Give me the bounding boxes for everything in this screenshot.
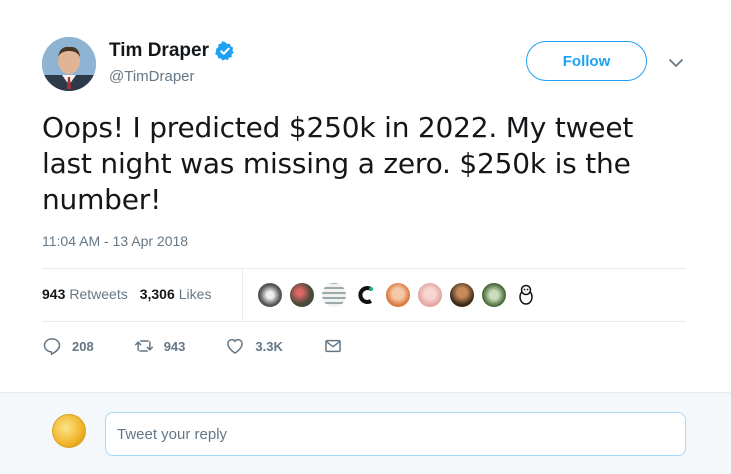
envelope-icon (325, 339, 341, 353)
tweet-card: Tim Draper @TimDraper Follow Oops! I pre… (0, 0, 731, 392)
divider (42, 321, 686, 322)
author-handle[interactable]: @TimDraper (109, 68, 195, 86)
verified-badge-icon (215, 41, 235, 61)
retweets-count: 943 (42, 286, 66, 302)
current-user-avatar[interactable] (52, 414, 86, 448)
chevron-down-icon[interactable] (666, 53, 686, 73)
tweet-actions: 208 943 3.3K (42, 336, 393, 356)
retweet-count: 943 (163, 338, 186, 354)
liker-avatar[interactable] (513, 282, 539, 308)
author-avatar[interactable] (42, 37, 96, 91)
retweet-action[interactable]: 943 (134, 336, 186, 356)
likers-avatars (257, 282, 539, 308)
retweets-label: Retweets (69, 286, 128, 302)
liker-avatar[interactable] (321, 282, 347, 308)
liker-avatar[interactable] (385, 282, 411, 308)
liker-avatar[interactable] (481, 282, 507, 308)
reply-action[interactable]: 208 (42, 336, 94, 356)
liker-avatar[interactable] (257, 282, 283, 308)
like-count: 3.3K (255, 338, 283, 354)
direct-message-action[interactable] (323, 336, 353, 356)
likes-count: 3,306 (139, 286, 175, 302)
liker-avatar[interactable] (449, 282, 475, 308)
liker-avatar[interactable] (417, 282, 443, 308)
retweets-stat[interactable]: 943 Retweets (42, 286, 128, 304)
follow-button[interactable]: Follow (526, 41, 647, 81)
retweet-icon (134, 340, 153, 352)
liker-avatar[interactable] (353, 282, 379, 308)
likes-label: Likes (178, 286, 212, 302)
tweet-timestamp[interactable]: 11:04 AM - 13 Apr 2018 (42, 233, 188, 249)
reply-count: 208 (72, 338, 94, 354)
author-name[interactable]: Tim Draper (109, 40, 235, 62)
heart-icon (227, 338, 244, 354)
reply-icon (43, 338, 61, 356)
like-action[interactable]: 3.3K (225, 336, 283, 356)
tweet-stats: 943 Retweets 3,306 Likes (42, 269, 686, 321)
author-name-text[interactable]: Tim Draper (109, 40, 209, 62)
reply-input[interactable] (105, 412, 686, 456)
likes-stat[interactable]: 3,306 Likes (140, 286, 212, 304)
reply-composer (0, 392, 731, 474)
stats-separator (242, 269, 243, 321)
tweet-text: Oops! I predicted $250k in 2022. My twee… (42, 111, 634, 216)
liker-avatar[interactable] (289, 282, 315, 308)
